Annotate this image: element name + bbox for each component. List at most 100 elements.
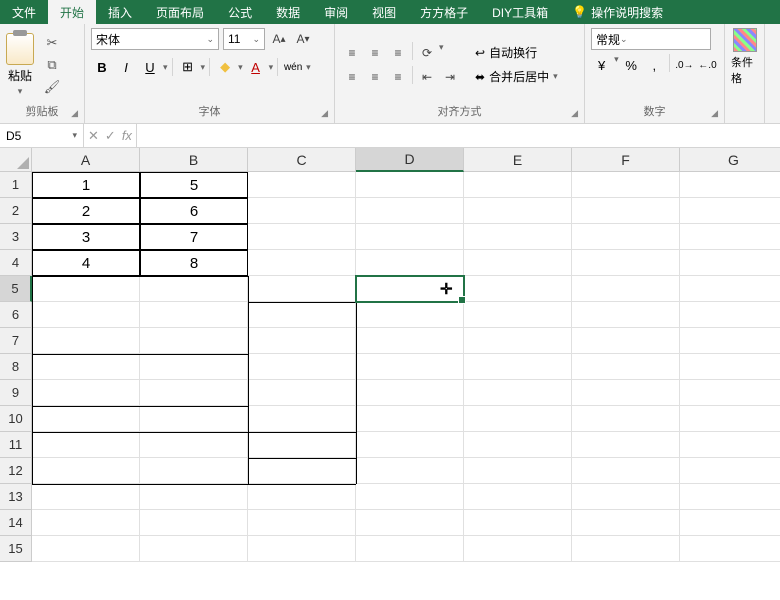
row-header-15[interactable]: 15 bbox=[0, 536, 32, 562]
tab-审阅[interactable]: 审阅 bbox=[312, 0, 360, 24]
cell-B11[interactable] bbox=[140, 432, 248, 458]
cell-E13[interactable] bbox=[464, 484, 572, 510]
row-header-7[interactable]: 7 bbox=[0, 328, 32, 354]
cell-G4[interactable] bbox=[680, 250, 780, 276]
align-bottom-button[interactable]: ≡ bbox=[387, 42, 409, 64]
cell-C4[interactable] bbox=[248, 250, 356, 276]
dialog-launcher-icon[interactable]: ◢ bbox=[571, 108, 578, 119]
border-button[interactable]: ⊞ bbox=[177, 56, 199, 78]
increase-decimal-button[interactable]: .0→ bbox=[674, 54, 695, 76]
currency-button[interactable]: ¥ bbox=[591, 54, 612, 76]
cut-icon[interactable]: ✂ bbox=[44, 35, 60, 51]
cell-E2[interactable] bbox=[464, 198, 572, 224]
cell-A7[interactable] bbox=[32, 328, 140, 354]
cell-B10[interactable] bbox=[140, 406, 248, 432]
chevron-down-icon[interactable]: ▾ bbox=[439, 42, 444, 64]
tab-公式[interactable]: 公式 bbox=[216, 0, 264, 24]
cell-F7[interactable] bbox=[572, 328, 680, 354]
underline-button[interactable]: U bbox=[139, 56, 161, 78]
cell-F9[interactable] bbox=[572, 380, 680, 406]
font-color-button[interactable]: A bbox=[245, 56, 267, 78]
tab-方方格子[interactable]: 方方格子 bbox=[408, 0, 480, 24]
cell-D2[interactable] bbox=[356, 198, 464, 224]
cell-D15[interactable] bbox=[356, 536, 464, 562]
cell-G15[interactable] bbox=[680, 536, 780, 562]
cell-E3[interactable] bbox=[464, 224, 572, 250]
decrease-font-button[interactable]: A▾ bbox=[293, 29, 313, 49]
cell-A15[interactable] bbox=[32, 536, 140, 562]
cell-G3[interactable] bbox=[680, 224, 780, 250]
cell-E8[interactable] bbox=[464, 354, 572, 380]
cell-D13[interactable] bbox=[356, 484, 464, 510]
cell-D12[interactable] bbox=[356, 458, 464, 484]
cell-D5[interactable] bbox=[356, 276, 464, 302]
cell-E1[interactable] bbox=[464, 172, 572, 198]
increase-indent-button[interactable]: ⇥ bbox=[439, 66, 461, 88]
cell-B6[interactable] bbox=[140, 302, 248, 328]
cell-C12[interactable] bbox=[248, 458, 356, 484]
chevron-down-icon[interactable]: ▾ bbox=[163, 62, 168, 73]
name-box[interactable]: D5▾ bbox=[0, 124, 84, 147]
cell-E12[interactable] bbox=[464, 458, 572, 484]
cell-D8[interactable] bbox=[356, 354, 464, 380]
cell-E9[interactable] bbox=[464, 380, 572, 406]
cell-D3[interactable] bbox=[356, 224, 464, 250]
col-header-D[interactable]: D bbox=[356, 148, 464, 172]
row-header-9[interactable]: 9 bbox=[0, 380, 32, 406]
cell-E14[interactable] bbox=[464, 510, 572, 536]
cell-F12[interactable] bbox=[572, 458, 680, 484]
chevron-down-icon[interactable]: ▾ bbox=[201, 62, 206, 73]
cell-G10[interactable] bbox=[680, 406, 780, 432]
col-header-C[interactable]: C bbox=[248, 148, 356, 172]
align-top-button[interactable]: ≡ bbox=[341, 42, 363, 64]
cell-G8[interactable] bbox=[680, 354, 780, 380]
cell-B4[interactable]: 8 bbox=[140, 250, 248, 276]
cell-B14[interactable] bbox=[140, 510, 248, 536]
row-header-11[interactable]: 11 bbox=[0, 432, 32, 458]
cell-A14[interactable] bbox=[32, 510, 140, 536]
chevron-down-icon[interactable]: ▾ bbox=[238, 62, 243, 73]
cell-F5[interactable] bbox=[572, 276, 680, 302]
cell-F8[interactable] bbox=[572, 354, 680, 380]
row-header-13[interactable]: 13 bbox=[0, 484, 32, 510]
cell-B2[interactable]: 6 bbox=[140, 198, 248, 224]
cell-B1[interactable]: 5 bbox=[140, 172, 248, 198]
cell-A11[interactable] bbox=[32, 432, 140, 458]
cell-C3[interactable] bbox=[248, 224, 356, 250]
tab-开始[interactable]: 开始 bbox=[48, 0, 96, 24]
cell-A6[interactable] bbox=[32, 302, 140, 328]
tab-数据[interactable]: 数据 bbox=[264, 0, 312, 24]
row-header-6[interactable]: 6 bbox=[0, 302, 32, 328]
cell-E11[interactable] bbox=[464, 432, 572, 458]
dialog-launcher-icon[interactable]: ◢ bbox=[321, 108, 328, 119]
col-header-A[interactable]: A bbox=[32, 148, 140, 172]
copy-icon[interactable]: ⧉ bbox=[44, 57, 60, 73]
select-all-corner[interactable] bbox=[0, 148, 32, 172]
wrap-text-button[interactable]: ↩自动换行 bbox=[471, 42, 562, 64]
cell-E6[interactable] bbox=[464, 302, 572, 328]
cell-B13[interactable] bbox=[140, 484, 248, 510]
row-header-8[interactable]: 8 bbox=[0, 354, 32, 380]
col-header-B[interactable]: B bbox=[140, 148, 248, 172]
cell-B9[interactable] bbox=[140, 380, 248, 406]
cell-D11[interactable] bbox=[356, 432, 464, 458]
col-header-G[interactable]: G bbox=[680, 148, 780, 172]
orientation-button[interactable]: ⟳ bbox=[416, 42, 438, 64]
cell-F4[interactable] bbox=[572, 250, 680, 276]
chevron-down-icon[interactable]: ▾ bbox=[614, 54, 619, 76]
cell-G13[interactable] bbox=[680, 484, 780, 510]
cell-C10[interactable] bbox=[248, 406, 356, 432]
font-size-combo[interactable]: 11⌄ bbox=[223, 28, 265, 50]
cell-G9[interactable] bbox=[680, 380, 780, 406]
cell-E4[interactable] bbox=[464, 250, 572, 276]
cell-D9[interactable] bbox=[356, 380, 464, 406]
row-header-4[interactable]: 4 bbox=[0, 250, 32, 276]
italic-button[interactable]: I bbox=[115, 56, 137, 78]
merge-center-button[interactable]: ⬌合并后居中▾ bbox=[471, 66, 562, 88]
cell-F15[interactable] bbox=[572, 536, 680, 562]
paste-button[interactable]: 粘贴 ▾ bbox=[6, 33, 34, 97]
dialog-launcher-icon[interactable]: ◢ bbox=[71, 108, 78, 119]
decrease-indent-button[interactable]: ⇤ bbox=[416, 66, 438, 88]
cell-B7[interactable] bbox=[140, 328, 248, 354]
col-header-F[interactable]: F bbox=[572, 148, 680, 172]
